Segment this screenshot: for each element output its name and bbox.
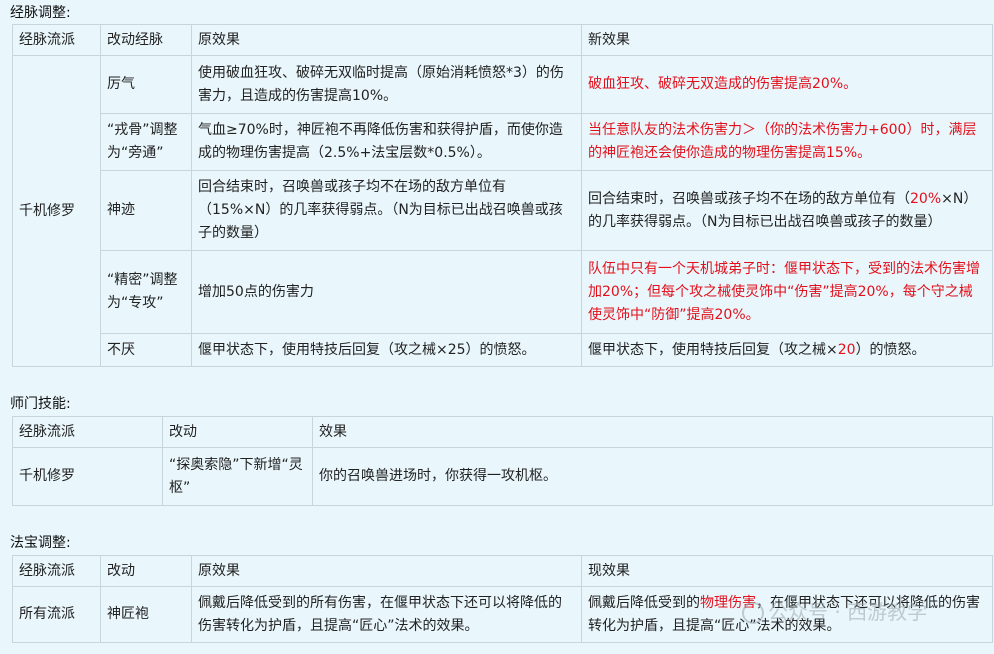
- original-effect-cell: 回合结束时，召唤兽或孩子均不在场的敌方单位有（15%×N）的几率获得弱点。（N为…: [191, 170, 582, 251]
- current-effect-cell: 佩戴后降低受到的物理伤害，在偃甲状态下还可以将降低的伤害转化为护盾，且提高“匠心…: [581, 586, 993, 643]
- col-header-effect: 效果: [312, 416, 993, 448]
- change-cell: “精密”调整为“专攻”: [100, 250, 192, 334]
- new-effect-cell: 当任意队友的法术伤害力＞（你的法术伤害力+600）时，满层的神匠袍还会使你造成的…: [581, 113, 993, 171]
- table-row: 千机修罗 厉气 使用破血狂攻、破碎无双临时提高（原始消耗愤怒*3）的伤害力，且造…: [12, 55, 993, 367]
- original-effect-cell: 佩戴后降低受到的所有伤害，在偃甲状态下还可以将降低的伤害转化为护盾，且提高“匠心…: [191, 586, 582, 643]
- col-header-school: 经脉流派: [12, 555, 101, 587]
- col-header-change: 改动: [100, 555, 192, 587]
- text-post: ）的愤怒。: [855, 341, 926, 358]
- col-header-original: 原效果: [191, 24, 582, 56]
- text-pre: 偃甲状态下，使用特技后回复（攻之械×: [588, 341, 838, 358]
- table-header-row: 经脉流派 改动 效果: [12, 416, 993, 448]
- text-pre: 回合结束时，召唤兽或孩子均不在场的敌方单位有（: [588, 190, 910, 207]
- change-cell: 不厌: [100, 333, 192, 367]
- highlight-text: 破血狂攻、破碎无双造成的伤害提高20%。: [588, 76, 858, 92]
- table-row: “精密”调整为“专攻” 增加50点的伤害力 队伍中只有一个天机城弟子时：偃甲状态…: [13, 250, 993, 334]
- col-header-change: 改动经脉: [100, 24, 192, 56]
- col-header-school: 经脉流派: [12, 24, 101, 56]
- text-pre: 佩戴后降低受到的: [588, 594, 700, 611]
- meridian-table: 经脉流派 改动经脉 原效果 新效果 千机修罗 厉气 使用破血狂攻、破碎无双临时提…: [12, 24, 993, 367]
- effect-cell: 你的召唤兽进场时，你获得一攻机枢。: [312, 447, 993, 506]
- original-effect-cell: 偃甲状态下，使用特技后回复（攻之械×25）的愤怒。: [191, 333, 582, 367]
- table-row: 不厌 偃甲状态下，使用特技后回复（攻之械×25）的愤怒。 偃甲状态下，使用特技后…: [13, 333, 993, 367]
- school-cell: 千机修罗: [12, 55, 101, 367]
- table-header-row: 经脉流派 改动经脉 原效果 新效果: [12, 24, 993, 56]
- highlight-text: 队伍中只有一个天机城弟子时：偃甲状态下，受到的法术伤害增加20%；但每个攻之械使…: [588, 260, 980, 323]
- change-cell: “探奥索隐”下新增“灵枢”: [162, 447, 313, 506]
- new-effect-cell: 回合结束时，召唤兽或孩子均不在场的敌方单位有（20%×N）的几率获得弱点。（N为…: [581, 170, 993, 251]
- school-cell: 千机修罗: [12, 447, 163, 506]
- original-effect-cell: 气血≥70%时，神匠袍不再降低伤害和获得护盾，而使你造成的物理伤害提高（2.5%…: [191, 113, 582, 171]
- skills-table: 经脉流派 改动 效果 千机修罗 “探奥索隐”下新增“灵枢” 你的召唤兽进场时，你…: [12, 416, 993, 506]
- new-effect-cell: 破血狂攻、破碎无双造成的伤害提高20%。: [581, 55, 993, 114]
- new-effect-cell: 偃甲状态下，使用特技后回复（攻之械×20）的愤怒。: [581, 333, 993, 367]
- table-row: 所有流派 神匠袍 佩戴后降低受到的所有伤害，在偃甲状态下还可以将降低的伤害转化为…: [12, 586, 993, 643]
- highlight-text: 当任意队友的法术伤害力＞（你的法术伤害力+600）时，满层的神匠袍还会使你造成的…: [588, 122, 977, 161]
- col-header-current: 现效果: [581, 555, 993, 587]
- table-row: “戎骨”调整为“旁通” 气血≥70%时，神匠袍不再降低伤害和获得护盾，而使你造成…: [13, 113, 993, 171]
- table-header-row: 经脉流派 改动 原效果 现效果: [12, 555, 993, 587]
- col-header-original: 原效果: [191, 555, 582, 587]
- change-cell: 神迹: [100, 170, 192, 251]
- original-effect-cell: 增加50点的伤害力: [191, 250, 582, 334]
- section-title-treasure: 法宝调整:: [10, 535, 71, 551]
- change-cell: 厉气: [100, 55, 192, 114]
- table-row: 神迹 回合结束时，召唤兽或孩子均不在场的敌方单位有（15%×N）的几率获得弱点。…: [13, 170, 993, 251]
- col-header-school: 经脉流派: [12, 416, 163, 448]
- treasure-table: 经脉流派 改动 原效果 现效果 所有流派 神匠袍 佩戴后降低受到的所有伤害，在偃…: [12, 555, 993, 643]
- highlight-text: 物理伤害: [700, 594, 756, 611]
- table-row: 千机修罗 “探奥索隐”下新增“灵枢” 你的召唤兽进场时，你获得一攻机枢。: [12, 447, 993, 506]
- original-effect-cell: 使用破血狂攻、破碎无双临时提高（原始消耗愤怒*3）的伤害力，且造成的伤害提高10…: [191, 55, 582, 114]
- section-title-skills: 师门技能:: [10, 396, 71, 412]
- change-cell: 神匠袍: [100, 586, 192, 643]
- new-effect-cell: 队伍中只有一个天机城弟子时：偃甲状态下，受到的法术伤害增加20%；但每个攻之械使…: [581, 250, 993, 334]
- highlight-text: 20: [837, 341, 856, 358]
- change-cell: “戎骨”调整为“旁通”: [100, 113, 192, 171]
- col-header-new: 新效果: [581, 24, 993, 56]
- section-title-meridian: 经脉调整:: [10, 5, 71, 21]
- col-header-change: 改动: [162, 416, 313, 448]
- highlight-text: 20%: [910, 190, 942, 207]
- school-cell: 所有流派: [12, 586, 101, 643]
